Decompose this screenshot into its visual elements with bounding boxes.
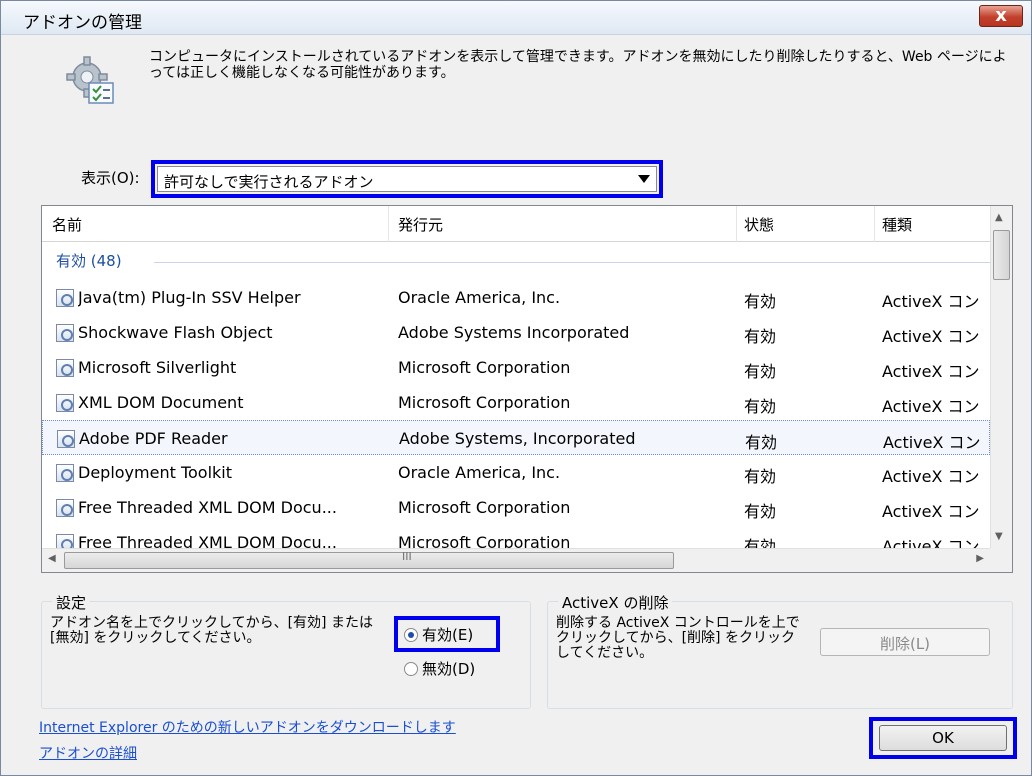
table-row[interactable]: XML DOM Document Microsoft Corporation 有…: [42, 385, 990, 420]
addon-icon: [56, 534, 74, 549]
row-type: ActiveX コン: [883, 433, 981, 452]
activex-instructions: 削除する ActiveX コントロールを上でクリックしてから、[削除] をクリッ…: [556, 615, 800, 661]
addon-icon: [56, 324, 74, 342]
row-publisher: Microsoft Corporation: [398, 358, 571, 377]
download-addons-link[interactable]: Internet Explorer のための新しいアドオンをダウンロードします: [39, 717, 456, 737]
chevron-down-icon: [638, 175, 650, 183]
column-header-name[interactable]: 名前: [52, 214, 82, 235]
show-select[interactable]: 許可なしで実行されるアドオン: [157, 166, 657, 192]
delete-button[interactable]: 削除(L): [820, 628, 990, 656]
row-status: 有効: [744, 467, 777, 486]
vertical-scrollbar[interactable]: ▲ ▼: [990, 206, 1012, 548]
activex-group: ActiveX の削除 削除する ActiveX コントロールを上でクリックして…: [547, 592, 1013, 709]
scroll-corner: [990, 548, 1012, 572]
row-type: ActiveX コン: [882, 362, 980, 381]
row-status: 有効: [744, 397, 777, 416]
scroll-down-icon[interactable]: ▼: [995, 531, 1003, 542]
scroll-right-icon[interactable]: ▶: [976, 553, 984, 564]
horizontal-scrollbar[interactable]: ◀ III ▶: [42, 548, 990, 572]
row-name: Free Threaded XML DOM Docu...: [78, 533, 337, 549]
table-row[interactable]: Free Threaded XML DOM Docu... Microsoft …: [42, 490, 990, 525]
column-header-publisher[interactable]: 発行元: [398, 214, 443, 235]
addon-icon: [56, 394, 74, 412]
close-button[interactable]: x: [979, 5, 1023, 27]
row-status: 有効: [744, 327, 777, 346]
row-name: Java(tm) Plug-In SSV Helper: [78, 288, 301, 307]
settings-group: 設定 アドオン名を上でクリックしてから、[有効] または [無効] をクリックし…: [41, 592, 531, 709]
column-divider[interactable]: [388, 206, 389, 242]
scroll-left-icon[interactable]: ◀: [48, 553, 56, 564]
row-publisher: Oracle America, Inc.: [398, 288, 561, 307]
row-name: Shockwave Flash Object: [78, 323, 273, 342]
addon-details-link[interactable]: アドオンの詳細: [39, 743, 137, 763]
settings-title: 設定: [52, 592, 91, 613]
table-row[interactable]: Shockwave Flash Object Adobe Systems Inc…: [42, 315, 990, 350]
vertical-scroll-thumb[interactable]: [993, 230, 1010, 280]
addon-icon: [56, 289, 74, 307]
row-status: 有効: [744, 362, 777, 381]
addon-icon: [56, 359, 74, 377]
addon-manager-window: アドオンの管理 x コンピュータにインストールされているアドオンを表示して管理で…: [0, 0, 1032, 776]
activex-title: ActiveX の削除: [558, 592, 673, 613]
disable-radio-label: 無効(D): [422, 660, 476, 678]
scroll-grip-icon: III: [402, 550, 412, 563]
addon-list[interactable]: 名前 発行元 状態 種類 有効 (48) Java(tm) Plug-In SS…: [41, 205, 1013, 573]
horizontal-scroll-thumb[interactable]: [64, 552, 674, 569]
row-name: Microsoft Silverlight: [78, 358, 237, 377]
radio-selected-icon: [404, 628, 418, 642]
addon-icon: [56, 499, 74, 517]
row-type: ActiveX コン: [882, 397, 980, 416]
table-row[interactable]: Microsoft Silverlight Microsoft Corporat…: [42, 350, 990, 385]
addon-icon: [57, 430, 75, 448]
row-type: ActiveX コン: [882, 327, 980, 346]
close-icon: x: [995, 5, 1007, 26]
addon-icon: [56, 464, 74, 482]
description-text: コンピュータにインストールされているアドオンを表示して管理できます。アドオンを無…: [149, 49, 1007, 81]
row-publisher: Adobe Systems, Incorporated: [399, 429, 636, 448]
ok-button[interactable]: OK: [879, 725, 1007, 751]
column-header-type[interactable]: 種類: [882, 214, 912, 235]
disable-radio[interactable]: 無効(D): [404, 658, 475, 679]
row-type: ActiveX コン: [882, 537, 980, 549]
gear-icon: [66, 56, 114, 104]
row-status: 有効: [744, 537, 777, 549]
row-type: ActiveX コン: [882, 467, 980, 486]
row-name: XML DOM Document: [78, 393, 244, 412]
show-select-value: 許可なしで実行されるアドオン: [164, 173, 374, 191]
table-row[interactable]: Free Threaded XML DOM Docu... Microsoft …: [42, 525, 990, 549]
table-row[interactable]: Java(tm) Plug-In SSV Helper Oracle Ameri…: [42, 280, 990, 315]
row-publisher: Microsoft Corporation: [398, 533, 571, 549]
row-publisher: Adobe Systems Incorporated: [398, 323, 630, 342]
row-status: 有効: [744, 502, 777, 521]
row-type: ActiveX コン: [882, 502, 980, 521]
window-title: アドオンの管理: [23, 13, 142, 33]
table-row[interactable]: Deployment Toolkit Oracle America, Inc. …: [42, 455, 990, 490]
settings-instructions: アドオン名を上でクリックしてから、[有効] または [無効] をクリックしてくだ…: [50, 615, 373, 646]
enable-radio[interactable]: 有効(E): [404, 624, 473, 645]
row-type: ActiveX コン: [882, 292, 980, 311]
column-divider[interactable]: [736, 206, 737, 242]
row-publisher: Microsoft Corporation: [398, 498, 571, 517]
group-divider: [154, 262, 990, 263]
column-divider[interactable]: [874, 206, 875, 242]
table-row-selected[interactable]: Adobe PDF Reader Adobe Systems, Incorpor…: [42, 420, 990, 455]
row-publisher: Microsoft Corporation: [398, 393, 571, 412]
radio-unselected-icon: [404, 662, 418, 676]
row-name: Deployment Toolkit: [78, 463, 233, 482]
row-status: 有効: [745, 433, 778, 452]
row-name: Adobe PDF Reader: [79, 429, 228, 448]
row-publisher: Oracle America, Inc.: [398, 463, 561, 482]
enable-radio-label: 有効(E): [422, 626, 474, 644]
row-status: 有効: [744, 292, 777, 311]
row-name: Free Threaded XML DOM Docu...: [78, 498, 337, 517]
show-label: 表示(O):: [81, 169, 140, 187]
scroll-up-icon[interactable]: ▲: [995, 212, 1003, 223]
column-header-status[interactable]: 状態: [744, 214, 774, 235]
title-bar: アドオンの管理 x: [1, 1, 1031, 35]
list-header: 名前 発行元 状態 種類: [42, 206, 990, 242]
group-label: 有効 (48): [56, 252, 122, 270]
